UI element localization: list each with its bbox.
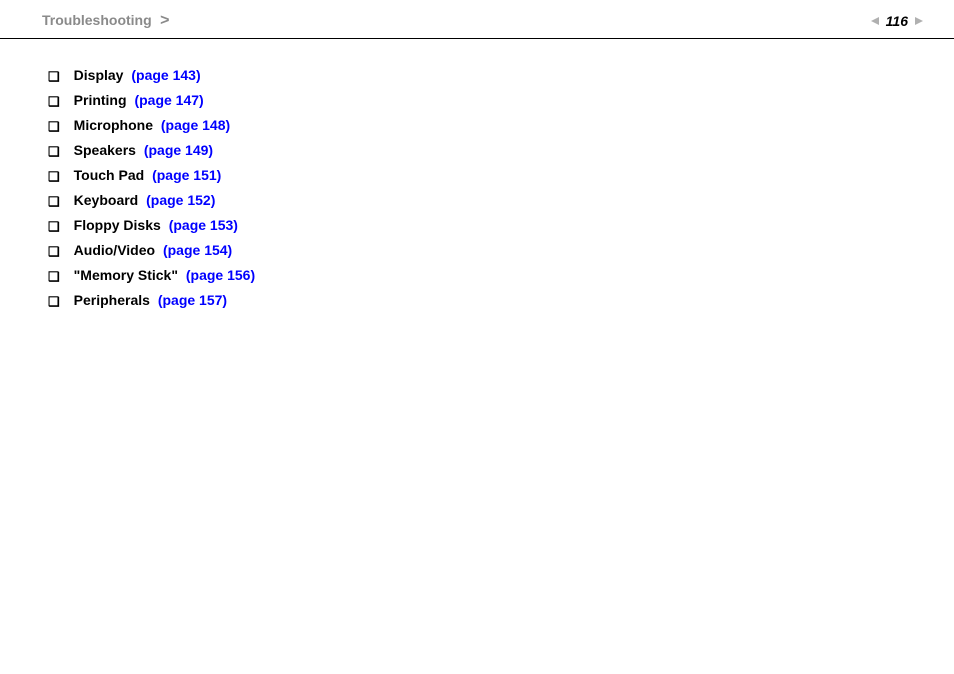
- list-item: ❏ Floppy Disks (page 153): [48, 217, 954, 233]
- item-page-link[interactable]: (page 153): [169, 217, 238, 233]
- prev-page-arrow-icon[interactable]: [870, 16, 880, 26]
- list-item: ❏ Keyboard (page 152): [48, 192, 954, 208]
- bullet-icon: ❏: [48, 170, 60, 183]
- bullet-icon: ❏: [48, 195, 60, 208]
- item-label: Touch Pad: [74, 167, 145, 183]
- item-label: Audio/Video: [74, 242, 155, 258]
- bullet-icon: ❏: [48, 295, 60, 308]
- page-number: 116: [886, 13, 908, 29]
- item-label: Peripherals: [74, 292, 150, 308]
- item-page-link[interactable]: (page 148): [161, 117, 230, 133]
- item-label: Microphone: [74, 117, 153, 133]
- bullet-icon: ❏: [48, 145, 60, 158]
- next-page-arrow-icon[interactable]: [914, 16, 924, 26]
- breadcrumb-separator: >: [160, 12, 169, 29]
- content-list: ❏ Display (page 143) ❏ Printing (page 14…: [0, 39, 954, 308]
- page-navigation: 116: [870, 13, 934, 29]
- item-page-link[interactable]: (page 157): [158, 292, 227, 308]
- bullet-icon: ❏: [48, 120, 60, 133]
- item-label: Keyboard: [74, 192, 139, 208]
- list-item: ❏ Printing (page 147): [48, 92, 954, 108]
- item-label: Speakers: [74, 142, 136, 158]
- breadcrumb: Troubleshooting >: [42, 12, 169, 30]
- breadcrumb-label[interactable]: Troubleshooting: [42, 12, 152, 28]
- list-item: ❏ Display (page 143): [48, 67, 954, 83]
- page-header: Troubleshooting > 116: [0, 0, 954, 39]
- item-page-link[interactable]: (page 147): [134, 92, 203, 108]
- bullet-icon: ❏: [48, 270, 60, 283]
- item-label: Printing: [74, 92, 127, 108]
- bullet-icon: ❏: [48, 220, 60, 233]
- item-page-link[interactable]: (page 151): [152, 167, 221, 183]
- item-page-link[interactable]: (page 149): [144, 142, 213, 158]
- bullet-icon: ❏: [48, 245, 60, 258]
- bullet-icon: ❏: [48, 95, 60, 108]
- list-item: ❏ "Memory Stick" (page 156): [48, 267, 954, 283]
- item-label: "Memory Stick": [74, 267, 178, 283]
- list-item: ❏ Speakers (page 149): [48, 142, 954, 158]
- list-item: ❏ Microphone (page 148): [48, 117, 954, 133]
- item-page-link[interactable]: (page 154): [163, 242, 232, 258]
- item-label: Floppy Disks: [74, 217, 161, 233]
- list-item: ❏ Audio/Video (page 154): [48, 242, 954, 258]
- item-page-link[interactable]: (page 156): [186, 267, 255, 283]
- item-label: Display: [74, 67, 124, 83]
- item-page-link[interactable]: (page 143): [131, 67, 200, 83]
- bullet-icon: ❏: [48, 70, 60, 83]
- list-item: ❏ Peripherals (page 157): [48, 292, 954, 308]
- list-item: ❏ Touch Pad (page 151): [48, 167, 954, 183]
- item-page-link[interactable]: (page 152): [146, 192, 215, 208]
